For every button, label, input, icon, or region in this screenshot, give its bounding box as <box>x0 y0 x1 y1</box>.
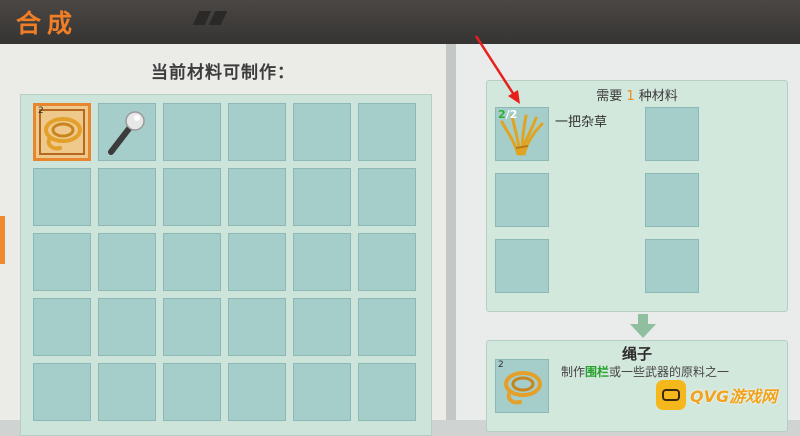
inventory-slot[interactable] <box>163 298 221 356</box>
need-count: 1 <box>626 89 635 104</box>
inventory-slot[interactable] <box>33 363 91 421</box>
watermark-logo-icon <box>656 380 686 410</box>
inventory-slot[interactable] <box>358 168 416 226</box>
inventory-slot[interactable] <box>293 168 351 226</box>
result-count: 2 <box>498 360 504 370</box>
inventory-slot[interactable] <box>228 233 286 291</box>
page-title: 合成 <box>16 9 79 38</box>
material-slot-2[interactable] <box>495 173 549 227</box>
inventory-slot[interactable] <box>98 233 156 291</box>
inventory-slot[interactable] <box>163 103 221 161</box>
inventory-slot[interactable] <box>358 363 416 421</box>
title-bar: 合成 <box>0 0 800 44</box>
down-arrow-icon <box>630 314 656 338</box>
red-arrow-annotation <box>474 35 520 104</box>
material-name: 一把杂草 <box>555 115 608 130</box>
materials-box: 需要 1 种材料 2/2 一把杂草 <box>486 80 788 312</box>
need-suffix: 种材料 <box>634 89 678 104</box>
torch-icon <box>108 111 145 155</box>
inventory-slot-rope-item[interactable]: 2 <box>33 103 91 161</box>
rope-icon <box>44 117 82 151</box>
inventory-slot[interactable] <box>228 103 286 161</box>
materials-header: 需要 1 种材料 <box>487 85 787 104</box>
inventory-slot[interactable] <box>358 103 416 161</box>
inventory-slot[interactable] <box>293 298 351 356</box>
material-count: 2/2 <box>498 108 517 121</box>
inventory-slot[interactable] <box>163 168 221 226</box>
material-slot-1[interactable]: 2/2 <box>495 107 549 161</box>
result-slot[interactable]: 2 <box>495 359 549 413</box>
inventory-slot[interactable] <box>98 363 156 421</box>
craftable-title: 当前材料可制作： <box>151 63 295 83</box>
need-prefix: 需要 <box>596 89 627 104</box>
material-have: 2 <box>498 108 506 121</box>
inventory-slot[interactable] <box>163 363 221 421</box>
material-slot-6[interactable] <box>645 239 699 293</box>
craftable-grid: 2 <box>20 94 432 436</box>
header-decoration <box>192 10 228 29</box>
inventory-slot[interactable] <box>98 168 156 226</box>
inventory-slot[interactable] <box>33 298 91 356</box>
inventory-slot[interactable] <box>293 363 351 421</box>
watermark: QVG游戏网 <box>656 376 796 416</box>
rope-icon <box>504 371 542 405</box>
item-count: 2 <box>38 106 44 116</box>
inventory-slot[interactable] <box>163 233 221 291</box>
material-need: 2 <box>509 108 518 121</box>
inventory-slot[interactable] <box>33 233 91 291</box>
inventory-slot[interactable] <box>228 363 286 421</box>
inventory-slot[interactable] <box>293 103 351 161</box>
craftable-panel: 当前材料可制作： 2 <box>0 44 446 436</box>
inventory-slot[interactable] <box>33 168 91 226</box>
inventory-slot[interactable] <box>358 233 416 291</box>
inventory-slot-torch-item[interactable] <box>98 103 156 161</box>
panel-divider <box>446 44 456 420</box>
inventory-slot[interactable] <box>98 298 156 356</box>
watermark-text: QVG游戏网 <box>690 387 778 406</box>
desc-highlight: 围栏 <box>585 365 610 379</box>
material-slot-3[interactable] <box>495 239 549 293</box>
inventory-slot[interactable] <box>228 298 286 356</box>
inventory-slot[interactable] <box>293 233 351 291</box>
material-slot-4[interactable] <box>645 107 699 161</box>
side-tab[interactable] <box>0 216 5 264</box>
inventory-slot[interactable] <box>358 298 416 356</box>
material-slot-5[interactable] <box>645 173 699 227</box>
inventory-slot[interactable] <box>228 168 286 226</box>
desc-before: 制作 <box>561 365 586 379</box>
